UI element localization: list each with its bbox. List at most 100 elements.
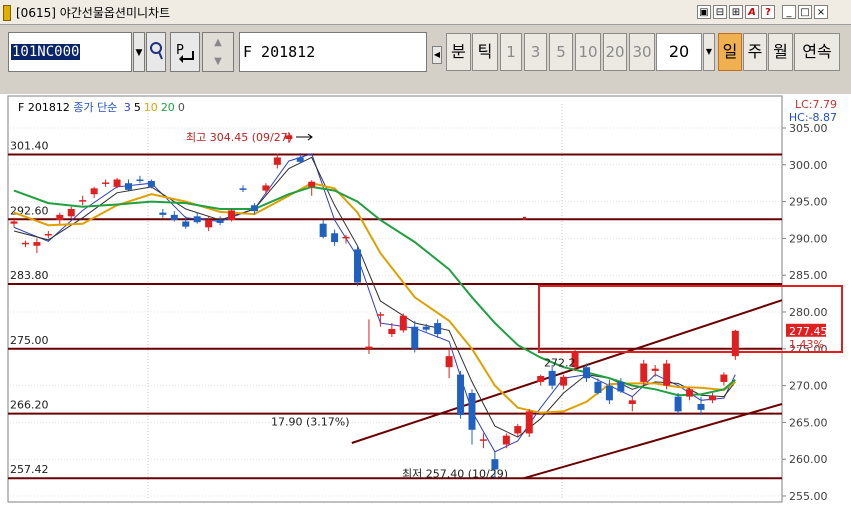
candle-body-33 xyxy=(388,328,396,335)
candle-body-50 xyxy=(583,367,590,379)
y-tick-label-5: 280.00 xyxy=(789,306,828,319)
close-button[interactable]: × xyxy=(814,5,828,19)
candle-body-4 xyxy=(56,214,64,220)
marker-dot xyxy=(523,216,526,220)
ma-line-5 xyxy=(13,156,736,438)
candle-body-17 xyxy=(205,220,213,228)
candle-body-2 xyxy=(33,242,41,246)
range-button-3[interactable]: 월 xyxy=(768,33,793,71)
code-input-value: 101NC000 xyxy=(11,44,81,60)
range-button-2[interactable]: 주 xyxy=(743,33,767,71)
candle-body-60 xyxy=(697,404,705,410)
candle-body-48 xyxy=(560,376,568,386)
search-button[interactable] xyxy=(146,32,166,72)
grid-icon[interactable]: ⊞ xyxy=(729,5,743,19)
title-bar: [0615] 야간선물옵션미니차트 ▣ ⊟ ⊞ A ? _ □ × xyxy=(0,0,851,25)
candle-body-1 xyxy=(21,242,29,245)
channel-lower-line xyxy=(523,403,783,480)
period-button-3[interactable]: 1 xyxy=(500,33,522,71)
y-tick-label-9: 260.00 xyxy=(789,453,828,466)
candle-body-27 xyxy=(319,223,327,237)
candle-body-53 xyxy=(617,381,625,392)
help-icon[interactable]: ? xyxy=(761,5,775,19)
low-note: 최저 257.40 (10/29) xyxy=(402,467,508,480)
candle-body-9 xyxy=(113,179,121,187)
candle-body-58 xyxy=(674,396,682,412)
code-input[interactable]: 101NC000 xyxy=(8,32,132,72)
level-label-5: 257.42 xyxy=(10,463,49,476)
period-button-2[interactable]: 틱 xyxy=(472,33,498,71)
candle-body-30 xyxy=(354,249,361,283)
candle-body-32 xyxy=(376,314,384,316)
candle-body-7 xyxy=(90,188,98,195)
y-tick-label-8: 265.00 xyxy=(789,416,828,429)
candle-body-8 xyxy=(102,182,110,184)
candle-body-38 xyxy=(445,356,453,368)
candle-body-54 xyxy=(628,400,636,404)
font-icon[interactable]: A xyxy=(745,5,759,19)
candle-body-26 xyxy=(308,181,316,187)
period-dropdown-button[interactable]: ▼ xyxy=(703,33,715,71)
candle-body-15 xyxy=(182,221,190,227)
candle-body-14 xyxy=(170,214,178,220)
candle-body-21 xyxy=(250,205,258,212)
candle-body-57 xyxy=(663,363,671,386)
period-button-7[interactable]: 20 xyxy=(603,33,627,71)
candle-body-13 xyxy=(159,212,167,215)
period-button-8[interactable]: 30 xyxy=(629,33,655,71)
candle-body-23 xyxy=(273,157,281,165)
candle-body-29 xyxy=(342,236,350,239)
period-button-6[interactable]: 10 xyxy=(575,33,601,71)
range-button-1[interactable]: 일 xyxy=(718,33,742,71)
channel-note: 17.90 (3.17%) xyxy=(271,415,350,428)
candle-body-12 xyxy=(147,180,155,187)
print-icon[interactable]: ⊟ xyxy=(713,5,727,19)
period-input[interactable]: 20 xyxy=(656,33,702,71)
candle-body-5 xyxy=(67,208,75,217)
candle-body-46 xyxy=(537,376,545,382)
y-tick-label-10: 255.00 xyxy=(789,490,828,503)
level-label-0: 301.40 xyxy=(10,139,49,152)
level-label-4: 266.20 xyxy=(10,399,49,412)
layout-icon[interactable]: ▣ xyxy=(697,5,711,19)
level-label-3: 275.00 xyxy=(10,334,49,347)
period-button-1[interactable]: 분 xyxy=(446,33,471,71)
candle-body-55 xyxy=(640,363,648,382)
candle-body-36 xyxy=(422,326,430,330)
candle-body-6 xyxy=(79,200,87,202)
ma-line-3 xyxy=(13,153,736,453)
candle-body-45 xyxy=(525,411,533,434)
candle-body-37 xyxy=(434,323,442,335)
candle-body-28 xyxy=(331,233,339,243)
period-button-4[interactable]: 3 xyxy=(524,33,547,71)
candle-body-51 xyxy=(594,381,602,393)
minimize-button[interactable]: _ xyxy=(782,5,796,19)
candle-body-0 xyxy=(10,221,18,224)
spin-control[interactable]: ▲ ▼ xyxy=(202,32,234,72)
spin-down-icon[interactable]: ▼ xyxy=(203,52,233,71)
candle-body-61 xyxy=(708,395,716,401)
window-title: [0615] 야간선물옵션미니차트 xyxy=(16,6,171,20)
candle-body-35 xyxy=(411,326,419,349)
range-button-4[interactable]: 연속 xyxy=(794,33,840,71)
candle-body-59 xyxy=(686,389,694,397)
candle-body-19 xyxy=(228,210,236,220)
ma-line-20 xyxy=(13,185,736,397)
maximize-button[interactable]: □ xyxy=(798,5,812,19)
candle-body-3 xyxy=(44,233,52,236)
ma-line-10 xyxy=(13,182,736,414)
candle-body-25 xyxy=(296,157,304,162)
scroll-left-button[interactable]: ◀ xyxy=(432,46,442,64)
chart-area[interactable]: F 201812 종가 단순 3 5 10 20 0 LC:7.79 HC:-8.87 … xyxy=(0,94,851,505)
current-change-label: 1.43% xyxy=(789,338,824,351)
p-button[interactable]: P xyxy=(170,32,200,72)
candle-body-40 xyxy=(468,392,476,430)
candle-body-52 xyxy=(605,385,613,401)
period-button-5[interactable]: 5 xyxy=(549,33,573,71)
code-dropdown-button[interactable]: ▼ xyxy=(133,32,145,72)
candle-body-43 xyxy=(502,435,510,445)
candle-body-39 xyxy=(457,374,465,416)
plot-frame xyxy=(7,95,783,503)
spin-up-icon[interactable]: ▲ xyxy=(203,33,233,52)
enter-icon xyxy=(179,51,194,63)
